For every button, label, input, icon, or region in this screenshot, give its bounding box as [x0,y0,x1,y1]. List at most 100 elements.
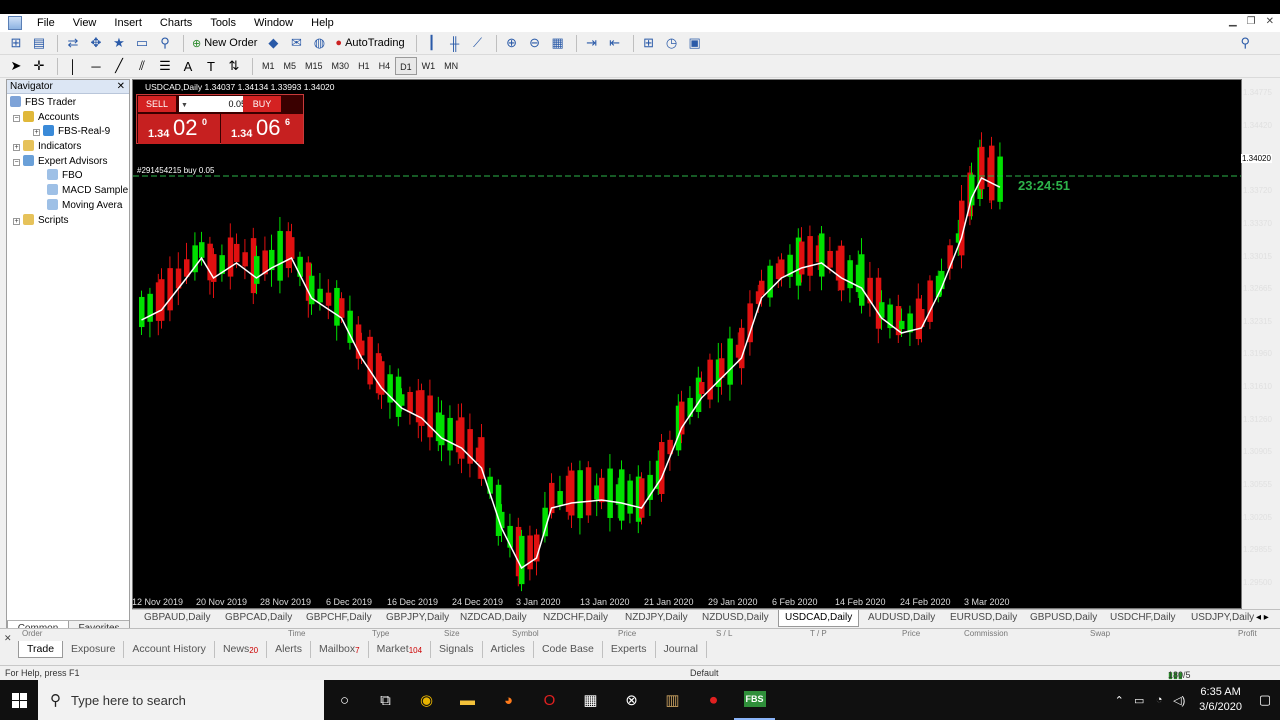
taskbar-search-box[interactable]: ⚲ Type here to search [38,680,324,720]
tree-ea-ma[interactable]: Moving Avera [7,198,129,214]
order-line-label[interactable]: #291454215 buy 0.05 [137,166,214,175]
tree-account-fbs[interactable]: + FBS-Real-9 [7,125,129,140]
column-header[interactable]: Swap [1090,629,1110,638]
symbol-tab[interactable]: NZDJPY,Daily [625,612,688,623]
close-navigator-icon[interactable]: ✕ [117,80,125,94]
tree-ea-macd[interactable]: MACD Sample [7,184,129,199]
tree-scripts[interactable]: + Scripts [7,213,129,229]
tf-m30[interactable]: M30 [328,57,354,75]
battery-icon[interactable]: ▭ [1129,694,1149,707]
symbol-tab[interactable]: GBPCAD,Daily [225,612,292,623]
column-header[interactable]: Commission [964,629,1008,638]
menu-help[interactable]: Help [302,14,343,32]
line-chart-icon[interactable]: ⟋ [468,33,488,53]
tab-market[interactable]: Market104 [369,641,432,658]
cursor-icon[interactable]: ➤ [6,56,26,76]
tf-h4[interactable]: H4 [375,57,395,75]
buy-price[interactable]: 1.34 06 6 [221,114,303,144]
tf-h1[interactable]: H1 [354,57,374,75]
globe-icon[interactable]: ◍ [309,33,329,53]
crosshair-icon[interactable]: ✛ [29,56,49,76]
record-icon[interactable]: ⏺ [693,680,734,720]
app-icon-book[interactable]: ▥ [652,680,693,720]
expand-icon[interactable]: + [13,217,20,225]
indicators-icon[interactable]: ⊞ [639,33,659,53]
tf-w1[interactable]: W1 [418,57,440,75]
tf-m1[interactable]: M1 [258,57,279,75]
restore-icon[interactable]: ❐ [1247,16,1256,27]
tab-articles[interactable]: Articles [483,641,534,658]
volume-icon[interactable]: ◁) [1169,694,1189,707]
column-header[interactable]: Profit [1238,629,1257,638]
auto-scroll-icon[interactable]: ⇥ [582,33,602,53]
network-tool-icon[interactable]: ⊗ [611,680,652,720]
navigator-icon[interactable]: ★ [109,33,129,53]
tab-account-history[interactable]: Account History [124,641,215,658]
scroll-tabs-icon[interactable]: ◂ ▸ [1256,612,1269,623]
tab-journal[interactable]: Journal [656,641,707,658]
column-header[interactable]: Symbol [512,629,539,638]
autotrading-button[interactable]: ● AutoTrading [332,33,407,53]
menu-window[interactable]: Window [245,14,302,32]
candlestick-icon[interactable]: ╫ [445,33,465,53]
file-explorer-icon[interactable]: ▬ [447,680,488,720]
sell-price[interactable]: 1.34 02 0 [138,114,220,144]
tree-indicators[interactable]: + Indicators [7,140,129,155]
wifi-icon[interactable]: ◔ [1149,694,1169,706]
task-view-icon[interactable]: ⧉ [365,680,406,720]
search-icon[interactable]: ⚲ [1240,35,1250,51]
symbol-tab[interactable]: NZDUSD,Daily [702,612,769,623]
chart-window[interactable]: USDCAD,Daily 1.34037 1.34134 1.33993 1.3… [132,79,1242,609]
start-button[interactable] [0,680,38,720]
tf-d1[interactable]: D1 [395,57,417,75]
buy-button[interactable]: BUY [243,96,281,112]
tab-alerts[interactable]: Alerts [267,641,311,658]
collapse-icon[interactable]: − [13,158,20,166]
symbol-tab[interactable]: GBPAUD,Daily [144,612,211,623]
sell-button[interactable]: SELL [138,96,176,112]
vertical-line-icon[interactable]: │ [63,56,83,76]
taskbar-clock[interactable]: 6:35 AM 3/6/2020 [1199,685,1242,715]
tf-mn[interactable]: MN [440,57,462,75]
text-label-icon[interactable]: T [201,56,221,76]
symbol-tab[interactable]: USDCHF,Daily [1110,612,1176,623]
menu-view[interactable]: View [64,14,106,32]
tester-icon[interactable]: ⚲ [155,33,175,53]
profiles-icon[interactable]: ▤ [29,33,49,53]
bar-chart-icon[interactable]: ┃ [422,33,442,53]
zoom-in-icon[interactable]: ⊕ [502,33,522,53]
close-terminal-icon[interactable]: ✕ [4,633,12,644]
tf-m15[interactable]: M15 [301,57,327,75]
opera-icon[interactable]: O [529,680,570,720]
menu-charts[interactable]: Charts [151,14,201,32]
menu-insert[interactable]: Insert [105,14,151,32]
firefox-icon[interactable]: ◕ [488,680,529,720]
column-header[interactable]: T / P [810,629,827,638]
calculator-icon[interactable]: ▦ [570,680,611,720]
column-header[interactable]: S / L [716,629,732,638]
column-header[interactable]: Time [288,629,305,638]
cortana-icon[interactable]: ○ [324,680,365,720]
symbol-tab[interactable]: GBPUSD,Daily [1030,612,1097,623]
tab-trade[interactable]: Trade [18,641,64,658]
new-chart-icon[interactable]: ⊞ [6,33,26,53]
symbol-tab[interactable]: AUDUSD,Daily [868,612,935,623]
zoom-out-icon[interactable]: ⊖ [525,33,545,53]
fbs-trader-taskbar-icon[interactable]: FBS [734,680,775,720]
symbol-tab-active[interactable]: USDCAD,Daily [778,610,860,627]
collapse-icon[interactable]: − [13,114,20,122]
tree-experts[interactable]: − Expert Advisors [7,154,129,170]
column-header[interactable]: Size [444,629,460,638]
tree-accounts[interactable]: − Accounts [7,110,129,126]
text-icon[interactable]: A [178,56,198,76]
tile-windows-icon[interactable]: ▦ [548,33,568,53]
new-order-button[interactable]: ⊕ New Order [189,33,260,53]
tab-mailbox[interactable]: Mailbox7 [311,641,369,658]
column-header[interactable]: Price [902,629,920,638]
trendline-icon[interactable]: ╱ [109,56,129,76]
notifications-icon[interactable]: ▢ [1250,692,1280,708]
tree-root[interactable]: FBS Trader [7,96,129,111]
expand-icon[interactable]: + [13,144,20,152]
lot-decrease-icon[interactable]: ▼ [181,98,188,114]
tab-signals[interactable]: Signals [431,641,483,658]
